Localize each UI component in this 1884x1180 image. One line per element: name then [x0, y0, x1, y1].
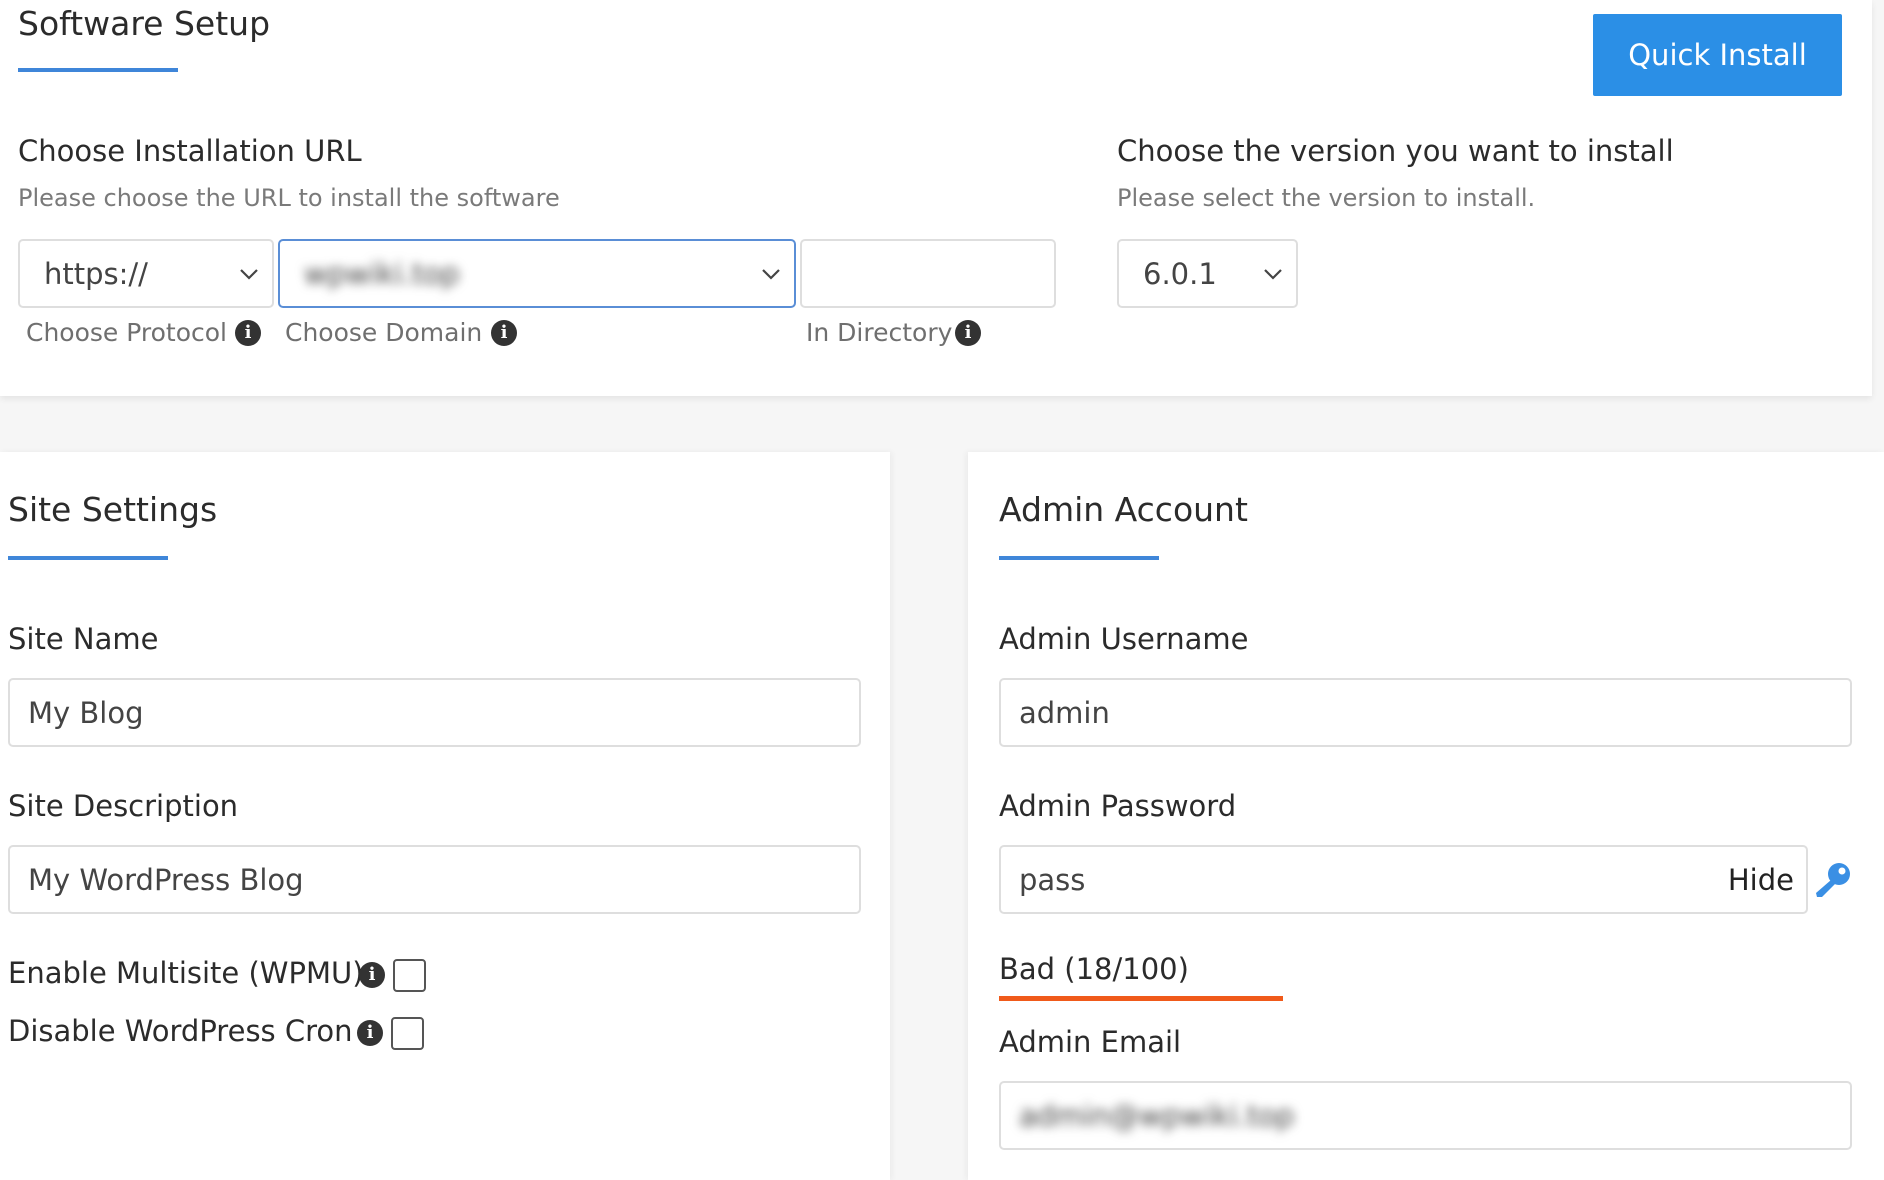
admin-password-input[interactable]: pass Hide: [999, 845, 1808, 914]
admin-username-label: Admin Username: [999, 622, 1249, 656]
directory-input[interactable]: [800, 239, 1056, 308]
quick-install-button[interactable]: Quick Install: [1593, 14, 1842, 96]
version-subheading: Please select the version to install.: [1117, 184, 1536, 212]
section-underline: [8, 556, 168, 560]
info-icon[interactable]: i: [359, 962, 385, 988]
multisite-checkbox[interactable]: [393, 959, 426, 992]
site-description-label: Site Description: [8, 789, 239, 823]
password-strength-bar: [999, 996, 1283, 1001]
install-url-subheading: Please choose the URL to install the sof…: [18, 184, 560, 212]
cron-label: Disable WordPress Cron: [8, 1014, 353, 1048]
protocol-select[interactable]: https://: [18, 239, 274, 308]
chevron-down-icon: [1264, 268, 1282, 280]
admin-password-label: Admin Password: [999, 789, 1237, 823]
admin-account-title: Admin Account: [999, 490, 1248, 529]
protocol-label: Choose Protocol: [26, 318, 227, 347]
chevron-down-icon: [240, 268, 258, 280]
install-url-heading: Choose Installation URL: [18, 134, 362, 168]
info-icon[interactable]: i: [235, 320, 261, 346]
section-underline: [18, 68, 178, 72]
cron-checkbox[interactable]: [391, 1017, 424, 1050]
version-heading: Choose the version you want to install: [1117, 134, 1674, 168]
installer-page: Software Setup Quick Install Choose Inst…: [0, 0, 1884, 1180]
site-description-value: My WordPress Blog: [28, 862, 304, 897]
site-description-input[interactable]: My WordPress Blog: [8, 845, 861, 914]
site-name-value: My Blog: [28, 695, 144, 730]
protocol-value: https://: [44, 256, 148, 291]
multisite-label: Enable Multisite (WPMU): [8, 956, 364, 990]
directory-label: In Directory: [806, 318, 953, 347]
version-select[interactable]: 6.0.1: [1117, 239, 1298, 308]
section-underline: [999, 556, 1159, 560]
domain-select[interactable]: wpwiki.top: [278, 239, 796, 308]
info-icon[interactable]: i: [357, 1020, 383, 1046]
admin-email-label: Admin Email: [999, 1025, 1182, 1059]
info-icon[interactable]: i: [491, 320, 517, 346]
version-value: 6.0.1: [1143, 256, 1217, 291]
admin-password-value: pass: [1019, 862, 1086, 897]
admin-email-value: admin@wpwiki.top: [1019, 1098, 1295, 1133]
admin-username-input[interactable]: admin: [999, 678, 1852, 747]
info-icon[interactable]: i: [955, 320, 981, 346]
key-icon[interactable]: [1813, 860, 1853, 900]
admin-username-value: admin: [1019, 695, 1110, 730]
site-settings-card: Site Settings Site Name My Blog Site Des…: [0, 452, 890, 1180]
software-setup-card: Software Setup Quick Install Choose Inst…: [0, 0, 1872, 396]
site-name-label: Site Name: [8, 622, 159, 656]
chevron-down-icon: [762, 268, 780, 280]
site-name-input[interactable]: My Blog: [8, 678, 861, 747]
admin-account-card: Admin Account Admin Username admin Admin…: [968, 452, 1884, 1180]
domain-value: wpwiki.top: [304, 256, 460, 291]
admin-email-input[interactable]: admin@wpwiki.top: [999, 1081, 1852, 1150]
password-strength-text: Bad (18/100): [999, 952, 1189, 986]
domain-label: Choose Domain: [285, 318, 483, 347]
software-setup-title: Software Setup: [18, 4, 271, 43]
site-settings-title: Site Settings: [8, 490, 218, 529]
hide-password-toggle[interactable]: Hide: [1728, 863, 1794, 897]
